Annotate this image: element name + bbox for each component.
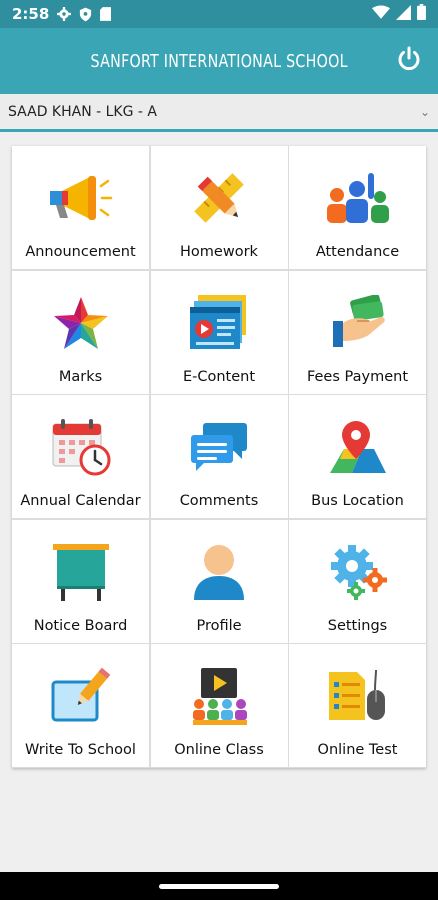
tile-label: Announcement: [25, 244, 136, 260]
tile-online-class[interactable]: Online Class: [150, 644, 288, 767]
tile-notice-board[interactable]: Notice Board: [12, 519, 149, 643]
sim-card-status-icon: [100, 7, 112, 21]
tile-label: Write To School: [25, 742, 136, 758]
tile-e-content[interactable]: E-Content: [150, 270, 288, 394]
tile-online-test[interactable]: Online Test: [289, 644, 426, 767]
tile-homework[interactable]: Homework: [150, 146, 288, 269]
student-selector-dropdown[interactable]: SAAD KHAN - LKG - A ⌄: [0, 94, 438, 132]
tile-label: Settings: [327, 617, 388, 634]
notice-board-icon: [45, 540, 117, 604]
status-bar: 2:58: [0, 0, 438, 28]
status-time: 2:58: [12, 5, 50, 23]
tile-profile[interactable]: Profile: [150, 519, 288, 643]
tile-label: Bus Location: [311, 493, 404, 509]
tile-comments[interactable]: Comments: [150, 395, 288, 518]
signal-icon: [396, 4, 411, 24]
students-raised-hand-icon: [322, 166, 394, 230]
tile-bus-location[interactable]: Bus Location: [289, 395, 426, 518]
test-mouse-icon: [322, 664, 394, 728]
tile-label: Online Test: [317, 742, 398, 758]
tile-fees-payment[interactable]: Fees Payment: [289, 270, 426, 394]
megaphone-icon: [45, 166, 117, 230]
star-icon: [45, 291, 117, 355]
battery-icon: [417, 4, 426, 24]
chat-bubbles-icon: [183, 415, 255, 479]
tile-label: E-Content: [182, 368, 256, 385]
tile-label: Attendance: [315, 244, 400, 260]
tile-attendance[interactable]: Attendance: [289, 146, 426, 269]
tile-marks[interactable]: Marks: [12, 270, 149, 394]
write-pencil-icon: [45, 664, 117, 728]
tile-settings[interactable]: Settings: [289, 519, 426, 643]
wifi-icon: [372, 5, 390, 23]
tile-label: Homework: [180, 244, 258, 260]
calendar-clock-icon: [45, 415, 117, 479]
tile-label: Profile: [196, 617, 242, 634]
video-browser-icon: [183, 291, 255, 355]
user-avatar-icon: [183, 540, 255, 604]
tile-label: Marks: [58, 368, 103, 385]
shield-status-icon: [79, 7, 92, 22]
power-icon: [398, 46, 420, 71]
tile-label: Comments: [179, 493, 259, 509]
tile-label: Online Class: [174, 742, 264, 758]
map-pin-icon: [322, 415, 394, 479]
menu-grid: Announcement Homework Attendance Marks E…: [12, 146, 426, 768]
tile-label: Fees Payment: [306, 368, 409, 385]
chevron-down-icon: ⌄: [419, 104, 430, 119]
school-title: SANFORT INTERNATIONAL SCHOOL: [90, 50, 348, 72]
tile-label: Annual Calendar: [20, 493, 141, 509]
system-nav-bar: [0, 872, 438, 900]
pencil-ruler-icon: [183, 166, 255, 230]
settings-gear-status-icon: [57, 7, 72, 21]
tile-write-to-school[interactable]: Write To School: [12, 644, 149, 767]
gears-icon: [322, 540, 394, 604]
logout-button[interactable]: [392, 42, 426, 76]
app-header: SANFORT INTERNATIONAL SCHOOL: [0, 28, 438, 94]
online-class-icon: [183, 664, 255, 728]
tile-label: Notice Board: [33, 617, 128, 634]
tile-announcement[interactable]: Announcement: [12, 146, 149, 269]
tile-annual-calendar[interactable]: Annual Calendar: [12, 395, 149, 518]
hand-money-icon: [322, 291, 394, 355]
selected-student: SAAD KHAN - LKG - A: [8, 103, 157, 120]
home-gesture-handle[interactable]: [159, 883, 279, 889]
